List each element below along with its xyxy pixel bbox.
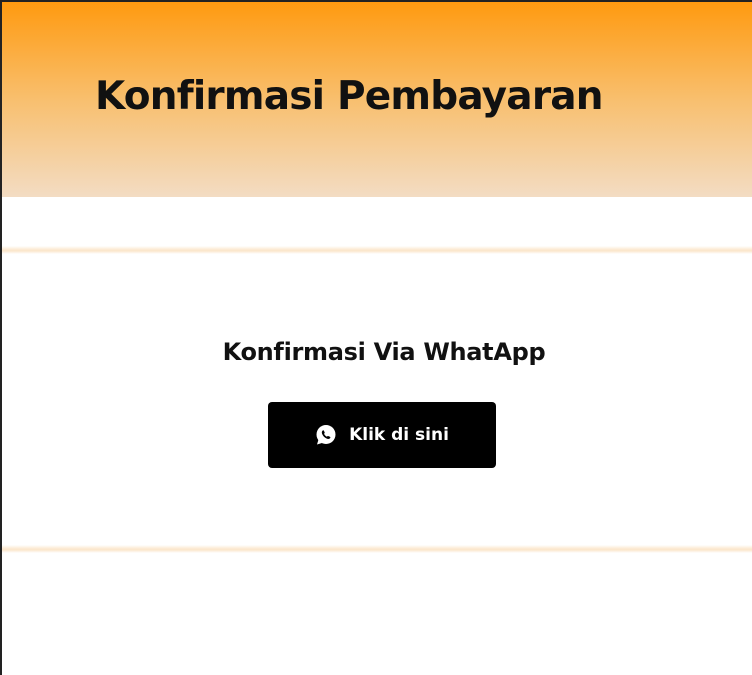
page-header: Konfirmasi Pembayaran [2,2,752,197]
whatsapp-button-label: Klik di sini [349,425,449,445]
section-divider-bottom [2,545,752,553]
page-frame: Konfirmasi Pembayaran Konfirmasi Via Wha… [0,0,752,675]
page-title: Konfirmasi Pembayaran [95,74,604,119]
section-divider-top [2,246,752,254]
whatsapp-confirm-button[interactable]: Klik di sini [268,402,496,468]
confirmation-section: Konfirmasi Via WhatApp Klik di sini [2,254,752,546]
confirmation-heading: Konfirmasi Via WhatApp [222,338,546,366]
whatsapp-icon [315,424,337,446]
